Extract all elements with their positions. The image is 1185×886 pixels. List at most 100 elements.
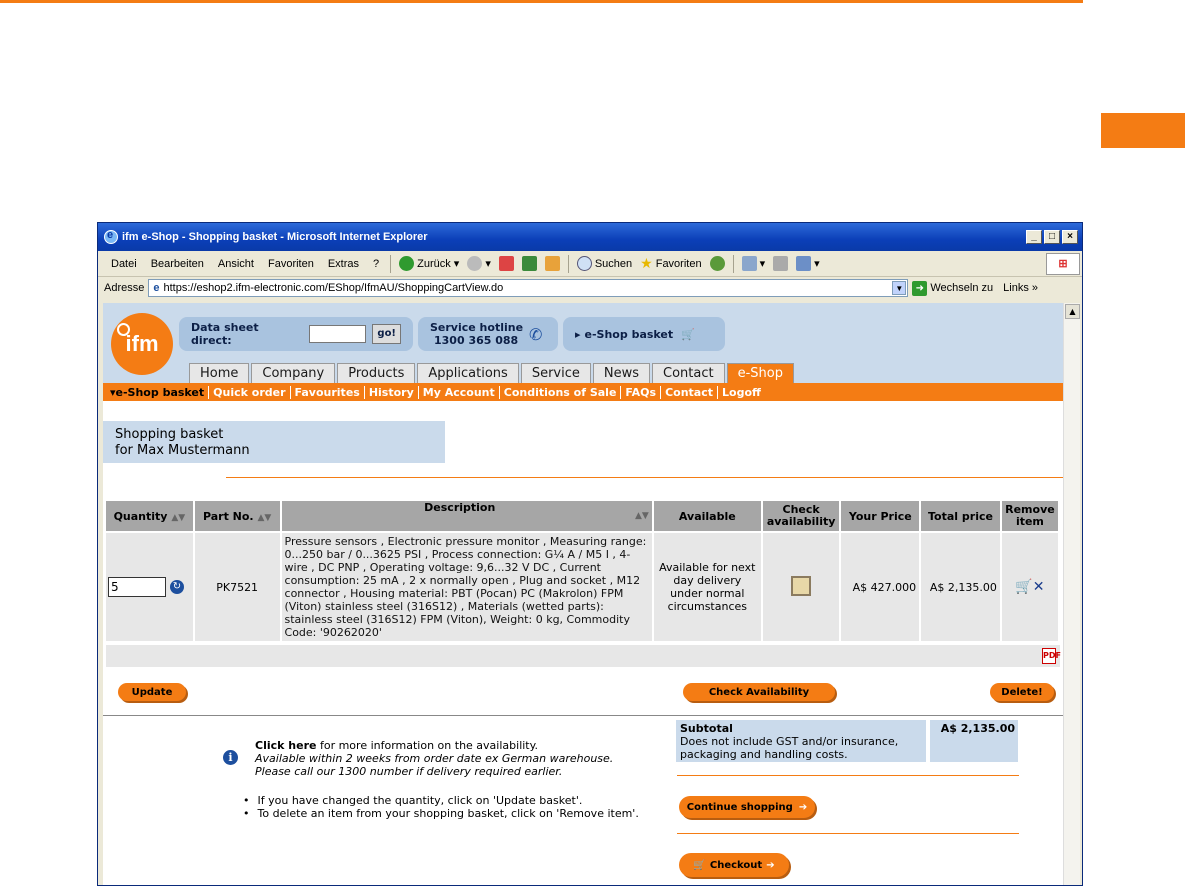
continue-shopping-button[interactable]: Continue shopping ➔ <box>679 796 815 818</box>
go-button[interactable]: ➜ Wechseln zu <box>912 280 993 296</box>
subnav-favourites[interactable]: Favourites <box>291 385 365 399</box>
datasheet-go-button[interactable]: go! <box>372 324 401 344</box>
datasheet-label: Data sheet direct: <box>191 321 259 347</box>
menu-ansicht[interactable]: Ansicht <box>211 258 261 270</box>
quantity-input[interactable]: 5 <box>108 577 166 597</box>
subnav-faqs[interactable]: FAQs <box>621 385 662 399</box>
remove-cart-icon[interactable]: 🛒✕ <box>1015 579 1044 595</box>
menu-bar: Datei Bearbeiten Ansicht Favoriten Extra… <box>98 251 1082 277</box>
th-total-price: Total price <box>921 501 1000 531</box>
cart-table: Quantity ▲▼ Part No. ▲▼ Description ▲▼ A… <box>104 499 1060 643</box>
continue-shopping-label: Continue shopping <box>686 801 793 813</box>
list-item: To delete an item from your shopping bas… <box>243 807 639 820</box>
go-arrow-icon: ➜ <box>912 280 928 296</box>
check-availability-button[interactable]: Check Availability <box>683 683 835 701</box>
main-nav: Home Company Products Applications Servi… <box>189 363 794 383</box>
menu-datei[interactable]: Datei <box>104 258 144 270</box>
address-url: https://eshop2.ifm-electronic.com/EShop/… <box>163 282 504 294</box>
search-button[interactable]: Suchen <box>573 256 636 271</box>
update-button[interactable]: Update <box>118 683 186 701</box>
back-button[interactable]: Zurück ▾ <box>395 256 463 271</box>
menu-bearbeiten[interactable]: Bearbeiten <box>144 258 211 270</box>
nav-products[interactable]: Products <box>337 363 416 383</box>
back-arrow-icon <box>399 256 415 271</box>
home-button[interactable] <box>541 256 564 271</box>
ifm-logo[interactable]: ifm <box>111 313 173 375</box>
th-part-no[interactable]: Part No. ▲▼ <box>194 501 280 531</box>
nav-home[interactable]: Home <box>189 363 250 383</box>
basket-link-panel[interactable]: ▸ e-Shop basket 🛒 <box>563 317 725 351</box>
print-icon <box>773 256 789 271</box>
refresh-page-icon <box>521 256 537 271</box>
favorites-button[interactable]: ★ Favoriten <box>636 255 705 272</box>
address-dropdown-icon[interactable]: ▼ <box>892 281 907 295</box>
close-button[interactable]: × <box>1062 230 1078 244</box>
menu-favoriten[interactable]: Favoriten <box>261 258 321 270</box>
web-content: ifm Data sheet direct: go! Service hotli… <box>103 303 1063 885</box>
forward-button[interactable]: ▾ <box>463 256 495 271</box>
subtotal-rule <box>677 775 1019 776</box>
check-availability-cell <box>762 533 840 641</box>
links-button[interactable]: Links » <box>1003 282 1038 294</box>
arrow-right-icon: ➔ <box>798 801 808 813</box>
edit-button[interactable]: ▾ <box>792 256 824 271</box>
click-here-link[interactable]: Click here <box>255 739 316 752</box>
nav-service[interactable]: Service <box>520 363 591 383</box>
menu-extras[interactable]: Extras <box>321 258 366 270</box>
package-icon[interactable] <box>791 575 812 596</box>
delete-button[interactable]: Delete! <box>990 683 1054 701</box>
address-bar: Adresse e https://eshop2.ifm-electronic.… <box>98 277 1082 299</box>
sort-icon[interactable]: ▲▼ <box>257 513 271 523</box>
basket-link[interactable]: e-Shop basket <box>585 328 674 341</box>
checkout-cart-icon: 🛒 <box>693 859 706 871</box>
back-label: Zurück <box>417 257 451 270</box>
nav-applications[interactable]: Applications <box>417 363 519 383</box>
datasheet-input[interactable] <box>308 325 367 343</box>
pdf-icon[interactable]: PDF <box>1042 648 1061 664</box>
subnav-logoff[interactable]: Logoff <box>718 386 765 399</box>
title-line1: Shopping basket <box>115 427 224 442</box>
address-input[interactable]: e https://eshop2.ifm-electronic.com/ESho… <box>148 279 909 297</box>
nav-eshop[interactable]: e-Shop <box>726 363 794 383</box>
subnav-history[interactable]: History <box>365 385 419 399</box>
nav-contact[interactable]: Contact <box>652 363 725 383</box>
vertical-scrollbar[interactable]: ▲ <box>1063 303 1080 885</box>
stop-button[interactable] <box>495 256 518 271</box>
search-label: Suchen <box>594 257 633 270</box>
address-label: Adresse <box>104 282 145 294</box>
checkout-rule <box>677 833 1019 834</box>
refresh-button[interactable] <box>518 256 541 271</box>
scroll-up-icon[interactable]: ▲ <box>1065 304 1080 319</box>
subnav-contact[interactable]: Contact <box>661 385 718 399</box>
links-label: Links <box>1003 282 1029 294</box>
subnav-conditions[interactable]: Conditions of Sale <box>500 385 622 399</box>
subnav-eshop-basket[interactable]: ▾e-Shop basket <box>106 385 210 399</box>
th-quantity[interactable]: Quantity ▲▼ <box>106 501 193 531</box>
maximize-button[interactable]: □ <box>1044 230 1060 244</box>
checkout-button[interactable]: 🛒 Checkout ➔ <box>679 853 789 877</box>
title-bar: ifm e-Shop - Shopping basket - Microsoft… <box>98 223 1082 251</box>
print-button[interactable] <box>769 256 792 271</box>
table-footer-row: PDF <box>106 645 1061 667</box>
subtotal-box: Subtotal Does not include GST and/or ins… <box>676 720 926 762</box>
top-orange-rule <box>0 0 1083 3</box>
minimize-button[interactable]: _ <box>1026 230 1042 244</box>
th-description[interactable]: Description ▲▼ <box>281 501 652 531</box>
available-cell: Available for next day delivery under no… <box>653 533 761 641</box>
subtotal-note: Does not include GST and/or insurance, p… <box>680 735 899 761</box>
site-header: ifm Data sheet direct: go! Service hotli… <box>103 303 1063 383</box>
sort-icon[interactable]: ▲▼ <box>635 501 649 531</box>
history-button[interactable] <box>706 256 729 271</box>
browser-window: ifm e-Shop - Shopping basket - Microsoft… <box>97 222 1083 886</box>
nav-company[interactable]: Company <box>251 363 336 383</box>
recalculate-icon[interactable]: ↻ <box>170 580 184 594</box>
title-rule <box>226 477 1063 478</box>
subnav-my-account[interactable]: My Account <box>419 385 500 399</box>
subnav-quick-order[interactable]: Quick order <box>209 385 291 399</box>
th-available: Available <box>653 501 761 531</box>
menu-help[interactable]: ? <box>366 258 386 270</box>
sort-icon[interactable]: ▲▼ <box>171 513 185 523</box>
mail-button[interactable]: ▾ <box>738 256 770 271</box>
th-remove-item: Remove item <box>1001 501 1058 531</box>
nav-news[interactable]: News <box>592 363 650 383</box>
